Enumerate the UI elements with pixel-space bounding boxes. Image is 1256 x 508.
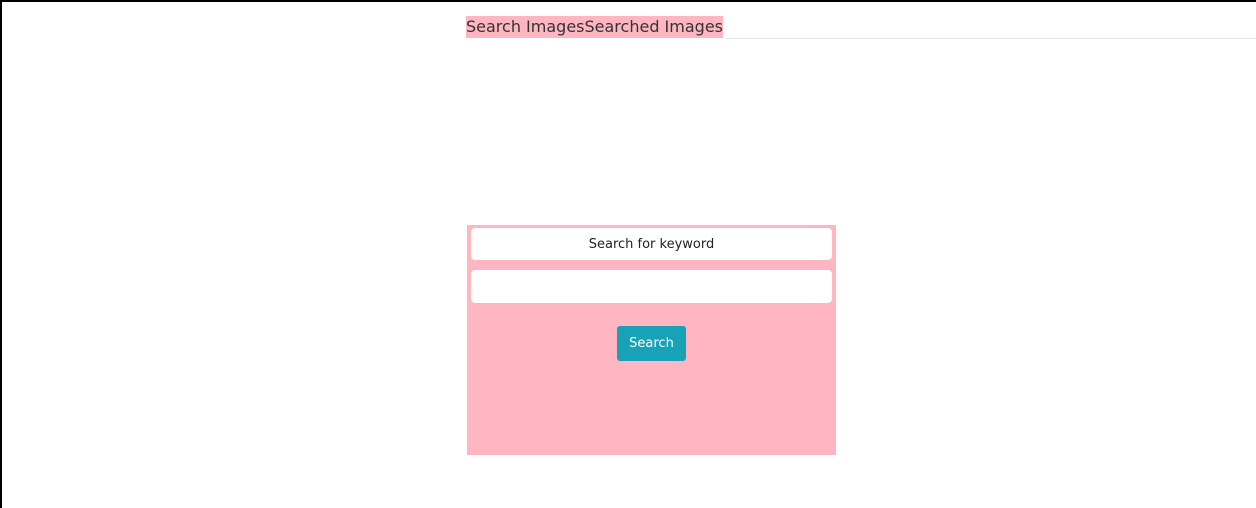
keyword-label: Search for keyword (471, 228, 832, 260)
search-form-card: Search for keyword Search (467, 225, 836, 455)
nav-link-search-images[interactable]: Search Images (466, 16, 585, 38)
nav-divider (726, 38, 1256, 39)
search-button[interactable]: Search (617, 326, 686, 361)
keyword-input[interactable] (471, 270, 832, 303)
page-frame: Search Images Searched Images Search for … (0, 0, 1256, 508)
top-nav: Search Images Searched Images (466, 16, 723, 38)
nav-link-searched-images[interactable]: Searched Images (585, 16, 724, 38)
